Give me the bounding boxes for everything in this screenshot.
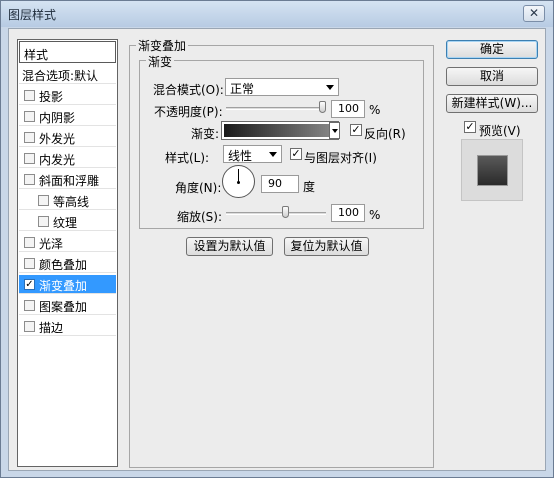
close-button[interactable]: ✕ [523, 5, 545, 22]
style-list-checkbox[interactable] [24, 111, 35, 122]
angle-unit: 度 [303, 180, 316, 194]
gradient-subgroup-title: 渐变 [146, 53, 175, 70]
style-list: 样式 混合选项:默认投影内阴影外发光内发光斜面和浮雕等高线纹理光泽颜色叠加 ✓ 渐变… [17, 39, 118, 467]
cancel-button[interactable]: 取消 [446, 67, 538, 86]
gradient-dropdown-button[interactable] [329, 122, 340, 139]
style-list-item-label: 内发光 [39, 153, 76, 167]
style-list-item-label: 等高线 [53, 195, 90, 209]
style-list-item-label: 渐变叠加 [39, 279, 88, 293]
style-list-item[interactable]: 描边 [19, 317, 116, 336]
opacity-slider-thumb[interactable] [319, 101, 326, 113]
style-list-checkbox[interactable] [38, 216, 49, 227]
style-list-item-label: 颜色叠加 [39, 258, 88, 272]
style-list-item[interactable]: 纹理 [19, 212, 116, 231]
opacity-unit: % [369, 103, 381, 117]
style-list-checkbox[interactable] [24, 237, 35, 248]
style-list-item-label: 图案叠加 [39, 300, 88, 314]
new-style-button[interactable]: 新建样式(W)... [446, 94, 538, 113]
style-list-checkbox[interactable] [24, 321, 35, 332]
style-list-item[interactable]: 等高线 [19, 191, 116, 210]
align-with-layer-checkbox[interactable]: ✓ [290, 148, 302, 160]
style-list-item-label: 外发光 [39, 132, 76, 146]
gradient-preview [224, 124, 336, 137]
style-list-checkbox[interactable] [24, 153, 35, 164]
style-list-checkbox[interactable] [24, 258, 35, 269]
opacity-input[interactable]: 100 [331, 100, 365, 118]
gradient-style-value: 线性 [228, 149, 253, 163]
style-list-item-label: 投影 [39, 90, 64, 104]
angle-dial[interactable] [222, 165, 255, 198]
gradient-overlay-title: 渐变叠加 [136, 37, 189, 54]
style-list-item[interactable]: ✓ 渐变叠加 [19, 275, 116, 294]
style-list-item-label: 斜面和浮雕 [39, 174, 100, 188]
check-icon: ✓ [465, 120, 475, 133]
reverse-checkbox[interactable]: ✓ [350, 124, 362, 136]
gradient-label: 渐变: [191, 127, 220, 141]
gradient-picker[interactable] [221, 121, 339, 140]
style-list-item[interactable]: 光泽 [19, 233, 116, 252]
chevron-down-icon [326, 85, 334, 90]
chevron-down-icon [269, 152, 277, 157]
style-preview [461, 139, 523, 201]
layer-style-dialog: 图层样式 ✕ 样式 混合选项:默认投影内阴影外发光内发光斜面和浮雕等高线纹理光泽… [0, 0, 554, 478]
angle-dial-center [237, 181, 240, 184]
style-list-item-label: 光泽 [39, 237, 64, 251]
scale-unit: % [369, 208, 381, 222]
opacity-label: 不透明度(P): [154, 105, 223, 119]
style-list-checkbox[interactable] [24, 132, 35, 143]
align-with-layer-label: 与图层对齐(I) [304, 151, 377, 165]
blend-mode-value: 正常 [230, 82, 255, 96]
style-list-checkbox[interactable] [24, 90, 35, 101]
angle-input[interactable]: 90 [261, 175, 299, 193]
blend-mode-dropdown[interactable]: 正常 [225, 78, 339, 96]
scale-input[interactable]: 100 [331, 204, 365, 222]
angle-label: 角度(N): [175, 181, 222, 195]
dialog-client: 样式 混合选项:默认投影内阴影外发光内发光斜面和浮雕等高线纹理光泽颜色叠加 ✓ 渐变… [8, 28, 546, 471]
style-list-item-label: 纹理 [53, 216, 78, 230]
set-default-button[interactable]: 设置为默认值 [186, 237, 273, 256]
reverse-label: 反向(R) [364, 127, 406, 141]
style-list-item[interactable]: 颜色叠加 [19, 254, 116, 273]
style-list-item[interactable]: 外发光 [19, 128, 116, 147]
blend-mode-label: 混合模式(O): [153, 83, 224, 97]
style-label: 样式(L): [165, 151, 210, 165]
scale-label: 缩放(S): [177, 210, 223, 224]
chevron-down-icon [332, 129, 338, 133]
scale-slider-track[interactable] [226, 212, 326, 215]
style-list-item[interactable]: 斜面和浮雕 [19, 170, 116, 189]
style-list-item-label: 混合选项:默认 [22, 69, 99, 83]
style-list-item[interactable]: 内阴影 [19, 107, 116, 126]
style-list-item[interactable]: 图案叠加 [19, 296, 116, 315]
preview-label: 预览(V) [479, 124, 521, 138]
preview-swatch [478, 156, 507, 185]
check-icon: ✓ [351, 123, 361, 136]
opacity-slider-track[interactable] [226, 107, 326, 110]
style-list-checkbox[interactable] [24, 174, 35, 185]
style-list-checkbox[interactable] [24, 300, 35, 311]
ok-button[interactable]: 确定 [446, 40, 538, 59]
style-list-checkbox[interactable]: ✓ [24, 279, 35, 290]
preview-checkbox[interactable]: ✓ [464, 121, 476, 133]
style-list-checkbox[interactable] [38, 195, 49, 206]
style-list-item-label: 内阴影 [39, 111, 76, 125]
gradient-style-dropdown[interactable]: 线性 [223, 145, 282, 163]
style-list-item-label: 描边 [39, 321, 64, 335]
scale-slider-thumb[interactable] [281, 206, 289, 218]
reset-default-button[interactable]: 复位为默认值 [284, 237, 369, 256]
check-icon: ✓ [291, 147, 301, 160]
window-title: 图层样式 [8, 8, 57, 22]
style-list-item[interactable]: 内发光 [19, 149, 116, 168]
title-bar[interactable]: 图层样式 ✕ [1, 1, 553, 27]
style-list-item[interactable]: 投影 [19, 86, 116, 105]
style-list-item[interactable]: 混合选项:默认 [19, 65, 116, 84]
style-list-header[interactable]: 样式 [19, 41, 116, 63]
